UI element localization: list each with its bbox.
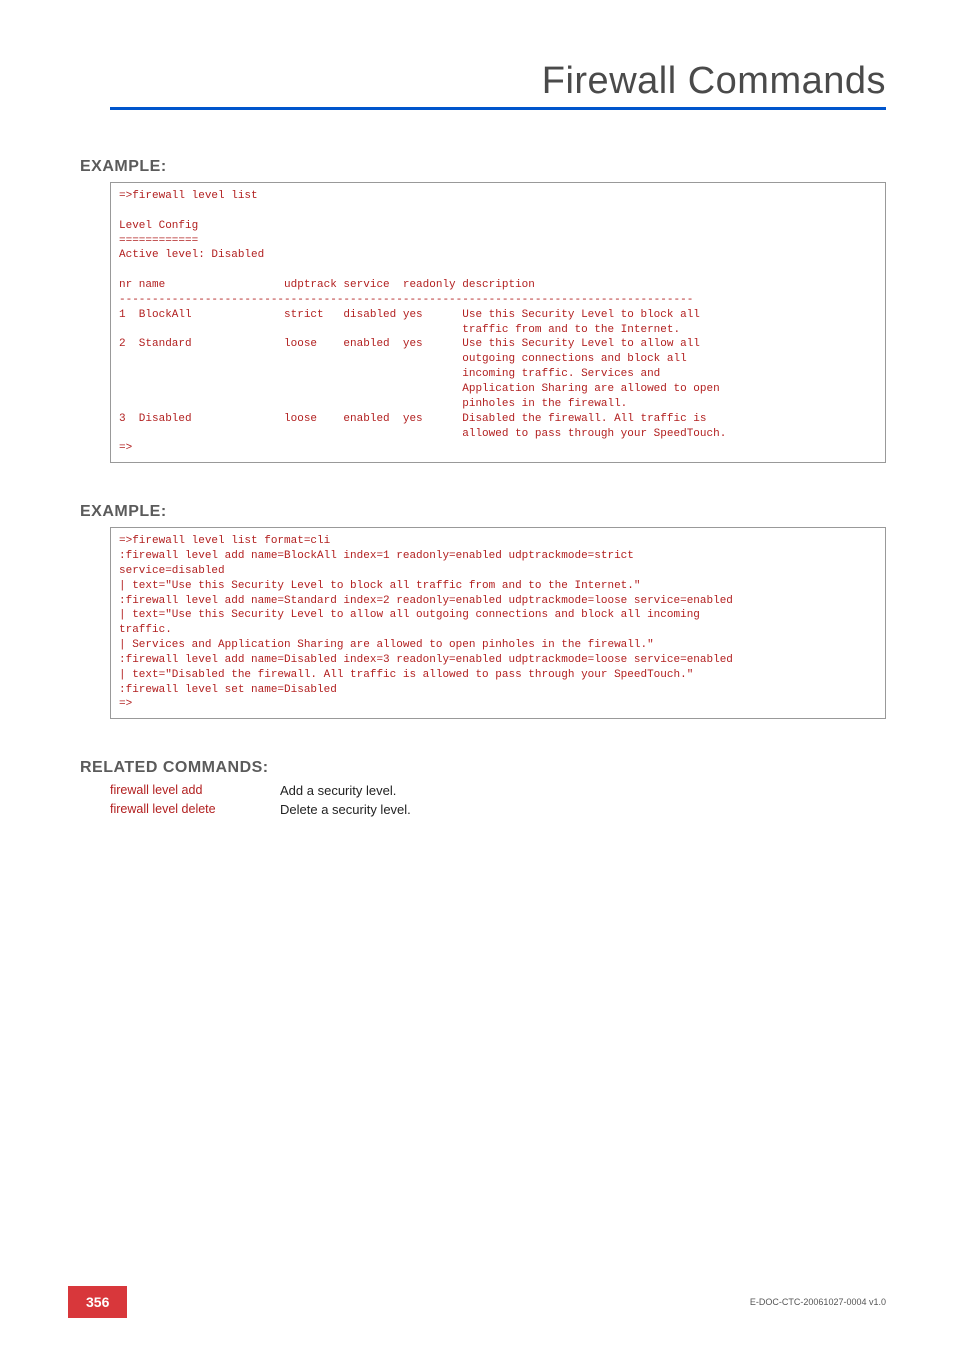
page-header: Firewall Commands (110, 60, 886, 118)
header-rule (110, 107, 886, 110)
page: Firewall Commands EXAMPLE: =>firewall le… (0, 0, 954, 1350)
related-row: firewall level delete Delete a security … (110, 802, 886, 817)
page-footer: 356 E-DOC-CTC-20061027-0004 v1.0 (0, 1286, 954, 1318)
example1-label: EXAMPLE: (80, 158, 886, 176)
related-cmd: firewall level add (110, 783, 280, 798)
doc-id: E-DOC-CTC-20061027-0004 v1.0 (750, 1297, 886, 1307)
related-row: firewall level add Add a security level. (110, 783, 886, 798)
code-block-2: =>firewall level list format=cli :firewa… (110, 527, 886, 719)
related-commands-label: RELATED COMMANDS: (80, 759, 886, 777)
related-cmd: firewall level delete (110, 802, 280, 817)
example2-label: EXAMPLE: (80, 503, 886, 521)
related-desc: Add a security level. (280, 783, 396, 798)
page-number: 356 (68, 1286, 127, 1318)
code-block-1: =>firewall level list Level Config =====… (110, 182, 886, 463)
related-commands-table: firewall level add Add a security level.… (110, 783, 886, 817)
related-desc: Delete a security level. (280, 802, 411, 817)
page-title: Firewall Commands (110, 60, 886, 103)
